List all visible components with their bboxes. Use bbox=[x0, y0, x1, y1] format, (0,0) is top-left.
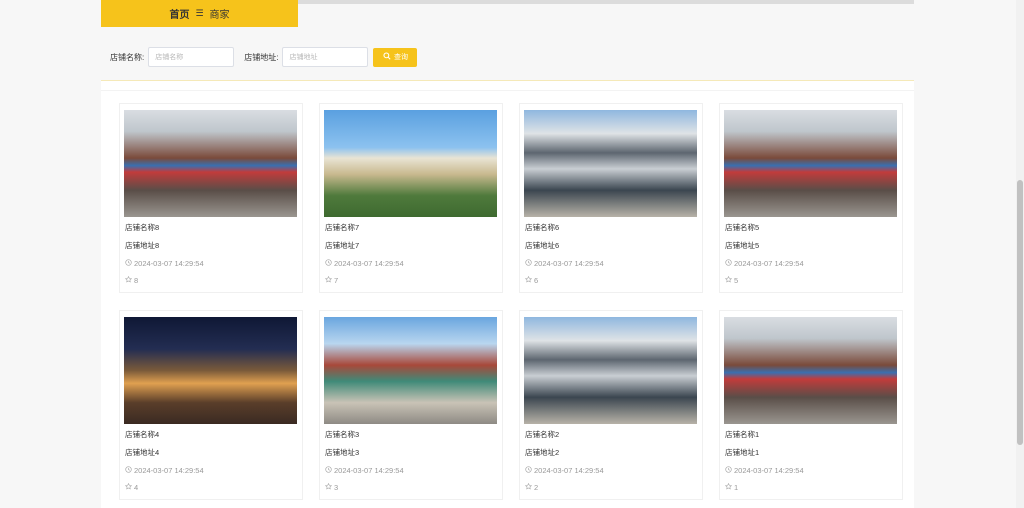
shop-favorites-count: 3 bbox=[334, 483, 339, 492]
clock-icon bbox=[125, 259, 132, 268]
shop-favorites: 5 bbox=[724, 275, 739, 285]
shop-time-value: 2024-03-07 14:29:54 bbox=[134, 259, 204, 268]
shop-time: 2024-03-07 14:29:54 bbox=[325, 259, 404, 268]
shop-name: 店铺名称2 bbox=[525, 430, 560, 439]
shop-address: 店铺地址8 bbox=[125, 241, 160, 250]
shop-favorites: 3 bbox=[324, 482, 339, 492]
shop-favorites: 2 bbox=[524, 482, 539, 492]
shop-image[interactable] bbox=[324, 317, 497, 424]
shop-favorites-count: 5 bbox=[734, 276, 739, 285]
shop-card[interactable]: 店铺名称3 店铺地址3 2024-03-07 14:29:54 3 bbox=[319, 310, 503, 500]
shop-name-input[interactable] bbox=[148, 47, 235, 67]
shop-name: 店铺名称4 bbox=[125, 430, 160, 439]
shop-time-value: 2024-03-07 14:29:54 bbox=[334, 466, 404, 475]
shop-card[interactable]: 店铺名称4 店铺地址4 2024-03-07 14:29:54 4 bbox=[119, 310, 303, 500]
top-divider bbox=[298, 0, 914, 4]
shop-favorites: 4 bbox=[124, 482, 139, 492]
shop-name: 店铺名称6 bbox=[525, 223, 560, 232]
shop-favorites-count: 8 bbox=[134, 276, 139, 285]
shop-image[interactable] bbox=[124, 110, 297, 217]
clock-icon bbox=[325, 466, 332, 475]
clock-icon bbox=[125, 466, 132, 475]
star-icon bbox=[724, 275, 733, 285]
shop-time: 2024-03-07 14:29:54 bbox=[325, 466, 404, 475]
star-icon bbox=[724, 482, 733, 492]
shop-image[interactable] bbox=[724, 110, 897, 217]
search-bar: 店铺名称: 店铺地址: 查询 bbox=[110, 47, 418, 67]
shop-name: 店铺名称1 bbox=[725, 430, 760, 439]
shop-time-value: 2024-03-07 14:29:54 bbox=[734, 466, 804, 475]
shop-favorites-count: 1 bbox=[734, 483, 739, 492]
shop-list-panel: 店铺名称8 店铺地址8 2024-03-07 14:29:54 8 店铺名称7 店铺地址7… bbox=[101, 80, 914, 508]
shop-card[interactable]: 店铺名称7 店铺地址7 2024-03-07 14:29:54 7 bbox=[319, 103, 503, 293]
shop-time: 2024-03-07 14:29:54 bbox=[125, 259, 204, 268]
shop-time-value: 2024-03-07 14:29:54 bbox=[734, 259, 804, 268]
shop-favorites-count: 2 bbox=[534, 483, 539, 492]
shop-time: 2024-03-07 14:29:54 bbox=[125, 466, 204, 475]
shop-image[interactable] bbox=[324, 110, 497, 217]
shop-favorites: 7 bbox=[324, 275, 339, 285]
clock-icon bbox=[325, 259, 332, 268]
shop-name-label: 店铺名称: bbox=[110, 52, 145, 62]
shop-name: 店铺名称5 bbox=[725, 223, 760, 232]
scrollbar-thumb[interactable] bbox=[1017, 180, 1023, 445]
shop-address: 店铺地址5 bbox=[725, 241, 760, 250]
shop-address-label: 店铺地址: bbox=[244, 52, 279, 62]
clock-icon bbox=[525, 259, 532, 268]
shop-favorites: 1 bbox=[724, 482, 739, 492]
shop-image[interactable] bbox=[524, 110, 697, 217]
breadcrumb: 首页 ☰ 商家 bbox=[101, 0, 298, 27]
clock-icon bbox=[725, 466, 732, 475]
search-icon bbox=[383, 52, 391, 62]
shop-card[interactable]: 店铺名称2 店铺地址2 2024-03-07 14:29:54 2 bbox=[519, 310, 703, 500]
search-button[interactable]: 查询 bbox=[373, 47, 418, 67]
clock-icon bbox=[525, 466, 532, 475]
shop-image[interactable] bbox=[724, 317, 897, 424]
shop-name: 店铺名称8 bbox=[125, 223, 160, 232]
shop-time-value: 2024-03-07 14:29:54 bbox=[334, 259, 404, 268]
shop-favorites-count: 7 bbox=[334, 276, 339, 285]
star-icon bbox=[324, 275, 333, 285]
shop-name: 店铺名称3 bbox=[325, 430, 360, 439]
shop-favorites-count: 4 bbox=[134, 483, 139, 492]
star-icon bbox=[124, 482, 133, 492]
shop-time-value: 2024-03-07 14:29:54 bbox=[534, 466, 604, 475]
shop-address: 店铺地址7 bbox=[325, 241, 360, 250]
shop-address: 店铺地址3 bbox=[325, 448, 360, 457]
shop-card[interactable]: 店铺名称1 店铺地址1 2024-03-07 14:29:54 1 bbox=[719, 310, 903, 500]
shop-card[interactable]: 店铺名称6 店铺地址6 2024-03-07 14:29:54 6 bbox=[519, 103, 703, 293]
shop-card[interactable]: 店铺名称5 店铺地址5 2024-03-07 14:29:54 5 bbox=[719, 103, 903, 293]
breadcrumb-current: 商家 bbox=[209, 10, 230, 21]
shop-time: 2024-03-07 14:29:54 bbox=[525, 259, 604, 268]
shop-favorites-count: 6 bbox=[534, 276, 539, 285]
shop-name: 店铺名称7 bbox=[325, 223, 360, 232]
shop-time-value: 2024-03-07 14:29:54 bbox=[534, 259, 604, 268]
shop-address-input[interactable] bbox=[282, 47, 369, 67]
star-icon bbox=[324, 482, 333, 492]
shop-time: 2024-03-07 14:29:54 bbox=[525, 466, 604, 475]
breadcrumb-home[interactable]: 首页 bbox=[169, 6, 189, 21]
scrollbar[interactable] bbox=[1016, 0, 1024, 508]
star-icon bbox=[124, 275, 133, 285]
shop-card[interactable]: 店铺名称8 店铺地址8 2024-03-07 14:29:54 8 bbox=[119, 103, 303, 293]
shop-favorites: 8 bbox=[124, 275, 139, 285]
shop-address: 店铺地址1 bbox=[725, 448, 760, 457]
star-icon bbox=[524, 482, 533, 492]
shop-image[interactable] bbox=[524, 317, 697, 424]
shop-address: 店铺地址2 bbox=[525, 448, 560, 457]
shop-address: 店铺地址6 bbox=[525, 241, 560, 250]
clock-icon bbox=[725, 259, 732, 268]
menu-separator-icon: ☰ bbox=[195, 8, 204, 18]
shop-address: 店铺地址4 bbox=[125, 448, 160, 457]
shop-favorites: 6 bbox=[524, 275, 539, 285]
shop-time: 2024-03-07 14:29:54 bbox=[725, 466, 804, 475]
shop-time: 2024-03-07 14:29:54 bbox=[725, 259, 804, 268]
shop-image[interactable] bbox=[124, 317, 297, 424]
shop-time-value: 2024-03-07 14:29:54 bbox=[134, 466, 204, 475]
search-button-label: 查询 bbox=[393, 54, 408, 61]
star-icon bbox=[524, 275, 533, 285]
